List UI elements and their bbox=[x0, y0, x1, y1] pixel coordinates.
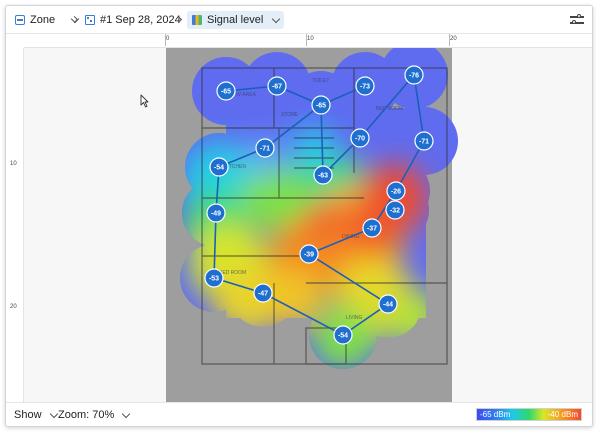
view-label: Signal level bbox=[207, 14, 264, 26]
show-dropdown[interactable]: Show bbox=[14, 409, 58, 421]
measurement-value: -44 bbox=[383, 302, 393, 309]
heatmap[interactable]: W-AREA TOILET STORE BED ROOM KITCHEN DIN… bbox=[24, 48, 593, 404]
ruler-tick: 10 bbox=[306, 34, 314, 46]
measurement-point[interactable]: -39 bbox=[299, 244, 319, 264]
measurement-value: -32 bbox=[390, 208, 400, 215]
measurement-point[interactable]: -32 bbox=[385, 200, 405, 220]
zone-label: Zone bbox=[30, 14, 56, 26]
measurement-point[interactable]: -54 bbox=[333, 325, 353, 345]
room-label: BED ROOM bbox=[376, 106, 403, 112]
measurement-value: -47 bbox=[258, 291, 268, 298]
mouse-cursor-icon bbox=[140, 94, 149, 108]
measurement-value: -39 bbox=[304, 252, 314, 259]
legend-high-label: -40 dBm bbox=[547, 410, 578, 419]
measurement-point[interactable]: -70 bbox=[350, 128, 370, 148]
measurement-point[interactable]: -37 bbox=[362, 218, 382, 238]
measurement-value: -70 bbox=[355, 136, 365, 143]
measurement-value: -53 bbox=[209, 276, 219, 283]
floor-plan-icon bbox=[15, 15, 25, 25]
zone-selector[interactable]: Zone bbox=[15, 11, 80, 29]
measurement-value: -71 bbox=[260, 146, 270, 153]
measurement-value: -67 bbox=[272, 84, 282, 91]
signal-legend: -65 dBm -40 dBm bbox=[476, 408, 582, 421]
room-label: W-AREA bbox=[236, 92, 257, 98]
measurement-point[interactable]: -54 bbox=[209, 157, 229, 177]
chevron-down-icon bbox=[272, 14, 281, 23]
calendar-icon bbox=[85, 15, 95, 25]
zoom-label: Zoom: 70% bbox=[58, 409, 115, 421]
measurement-point[interactable]: -53 bbox=[204, 268, 224, 288]
measurement-point[interactable]: -63 bbox=[313, 165, 333, 185]
measurement-point[interactable]: -67 bbox=[267, 76, 287, 96]
measurement-value: -54 bbox=[214, 165, 224, 172]
measurement-point[interactable]: -44 bbox=[378, 294, 398, 314]
measurement-value: -37 bbox=[367, 226, 377, 233]
measurement-point[interactable]: -47 bbox=[253, 283, 273, 303]
room-label: LIVING bbox=[346, 315, 363, 321]
measurement-point[interactable]: -76 bbox=[404, 65, 424, 85]
ruler-tick: 20 bbox=[10, 304, 17, 310]
measurement-point[interactable]: -65 bbox=[311, 95, 331, 115]
vertical-ruler: 10 20 bbox=[6, 48, 24, 402]
horizontal-ruler: 0 10 20 bbox=[24, 34, 592, 48]
chevron-down-icon bbox=[122, 409, 131, 418]
survey-label: #1 Sep 28, 2024 bbox=[100, 14, 181, 26]
ruler-tick: 0 bbox=[164, 34, 170, 46]
ruler-tick: 20 bbox=[449, 34, 457, 46]
measurement-value: -26 bbox=[391, 189, 401, 196]
app-window: Zone #1 Sep 28, 2024 Signal level 0 10 2… bbox=[5, 5, 593, 427]
measurement-value: -65 bbox=[221, 89, 231, 96]
measurement-point[interactable]: -73 bbox=[355, 76, 375, 96]
status-bar: Show Zoom: 70% -65 dBm -40 dBm bbox=[6, 402, 592, 426]
zoom-dropdown[interactable]: Zoom: 70% bbox=[58, 409, 131, 421]
measurement-point[interactable]: -49 bbox=[206, 203, 226, 223]
survey-selector[interactable]: #1 Sep 28, 2024 bbox=[85, 11, 201, 29]
measurement-point[interactable]: -26 bbox=[386, 181, 406, 201]
view-selector[interactable]: Signal level bbox=[187, 11, 285, 29]
sliders-icon[interactable] bbox=[570, 13, 584, 27]
measurement-value: -71 bbox=[419, 139, 429, 146]
legend-low-label: -65 dBm bbox=[480, 410, 511, 419]
map-canvas[interactable]: W-AREA TOILET STORE BED ROOM KITCHEN DIN… bbox=[24, 48, 593, 404]
measurement-value: -63 bbox=[318, 173, 328, 180]
measurement-point[interactable]: -65 bbox=[216, 81, 236, 101]
measurement-value: -54 bbox=[338, 333, 348, 340]
room-label: STORE bbox=[281, 112, 299, 118]
measurement-point[interactable]: -71 bbox=[255, 138, 275, 158]
measurement-value: -76 bbox=[409, 73, 419, 80]
toolbar: Zone #1 Sep 28, 2024 Signal level bbox=[6, 6, 592, 34]
measurement-point[interactable]: -71 bbox=[414, 131, 434, 151]
measurement-value: -49 bbox=[211, 211, 221, 218]
measurement-value: -73 bbox=[360, 84, 370, 91]
measurement-value: -65 bbox=[316, 103, 326, 110]
chevron-down-icon bbox=[49, 409, 58, 418]
ruler-tick: 10 bbox=[10, 161, 17, 167]
show-label: Show bbox=[14, 409, 42, 421]
signal-map-icon bbox=[192, 15, 202, 25]
room-label: TOILET bbox=[312, 78, 329, 84]
